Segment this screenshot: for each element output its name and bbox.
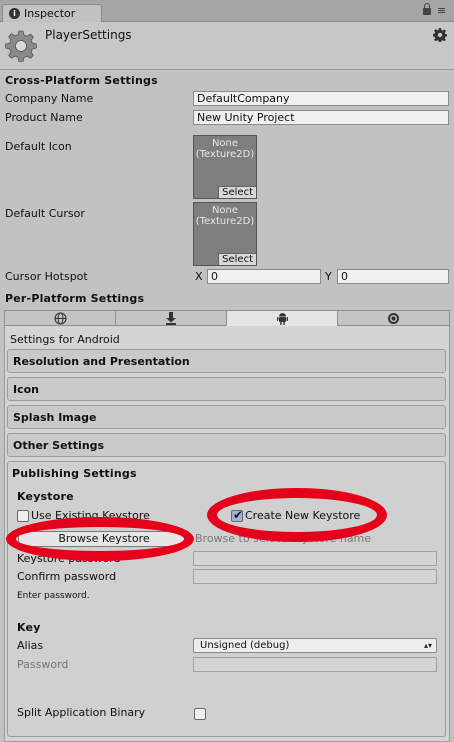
hotspot-y-field[interactable]: 0 — [337, 269, 449, 284]
key-heading: Key — [17, 621, 41, 634]
browse-keystore-highlight-oval — [6, 517, 194, 561]
cross-platform-heading: Cross-Platform Settings — [5, 74, 158, 87]
resolution-foldout[interactable]: Resolution and Presentation — [7, 349, 446, 373]
keystore-heading: Keystore — [17, 490, 74, 503]
settings-gear-icon — [5, 30, 37, 62]
hotspot-y-label: Y — [325, 270, 332, 283]
other-settings-foldout[interactable]: Other Settings — [7, 433, 446, 457]
publishing-settings-heading[interactable]: Publishing Settings — [12, 467, 137, 480]
platform-tab-standalone[interactable] — [4, 310, 116, 326]
icon-select-button[interactable]: Select — [218, 186, 256, 198]
icon-foldout-label: Icon — [13, 383, 40, 396]
component-settings-icon[interactable] — [433, 28, 447, 42]
android-icon — [277, 313, 288, 325]
split-binary-label: Split Application Binary — [17, 706, 146, 719]
product-name-field[interactable]: New Unity Project — [193, 110, 449, 125]
icon-none-text: None — [211, 138, 239, 149]
cursor-select-button[interactable]: Select — [218, 253, 256, 265]
menu-icon[interactable]: ≡ — [437, 5, 446, 16]
cursor-type-text: (Texture2D) — [195, 216, 255, 227]
dropdown-arrows-icon: ▴▾ — [423, 641, 432, 650]
page-title: PlayerSettings — [45, 28, 132, 42]
alias-dropdown-value: Unsigned (debug) — [200, 640, 290, 651]
default-cursor-label: Default Cursor — [5, 207, 85, 220]
circle-icon — [388, 313, 399, 324]
platform-tab-download[interactable] — [115, 310, 227, 326]
resolution-foldout-label: Resolution and Presentation — [13, 355, 190, 368]
enter-password-note: Enter password. — [17, 591, 90, 601]
cursor-none-text: None — [211, 205, 239, 216]
default-icon-texture-slot[interactable]: None (Texture2D) Select — [193, 135, 257, 199]
hotspot-x-field[interactable]: 0 — [207, 269, 321, 284]
alias-label: Alias — [17, 639, 44, 652]
download-icon — [166, 312, 176, 325]
alias-dropdown[interactable]: Unsigned (debug) ▴▾ — [193, 638, 437, 653]
split-binary-checkbox[interactable] — [194, 708, 206, 720]
other-settings-foldout-label: Other Settings — [13, 439, 105, 452]
confirm-password-label: Confirm password — [17, 570, 117, 583]
inspector-tab-bar: i Inspector ≡ — [0, 0, 454, 23]
inspector-tab[interactable]: i Inspector — [2, 4, 102, 23]
confirm-password-field[interactable] — [193, 569, 437, 584]
platform-tab-other[interactable] — [337, 310, 450, 326]
settings-for-label: Settings for Android — [10, 333, 120, 346]
create-keystore-highlight-oval — [207, 488, 387, 542]
keystore-password-field[interactable] — [193, 551, 437, 566]
use-existing-keystore-checkbox[interactable] — [17, 510, 29, 522]
default-cursor-texture-slot[interactable]: None (Texture2D) Select — [193, 202, 257, 266]
company-name-field[interactable]: DefaultCompany — [193, 91, 449, 106]
hotspot-x-label: X — [195, 270, 203, 283]
default-icon-label: Default Icon — [5, 140, 72, 153]
cursor-hotspot-label: Cursor Hotspot — [5, 270, 88, 283]
globe-icon — [54, 312, 67, 325]
company-name-label: Company Name — [5, 92, 94, 105]
splash-image-foldout[interactable]: Splash Image — [7, 405, 446, 429]
splash-image-foldout-label: Splash Image — [13, 411, 97, 424]
product-name-label: Product Name — [5, 111, 83, 124]
password-field[interactable] — [193, 657, 437, 672]
per-platform-heading: Per-Platform Settings — [5, 292, 145, 305]
platform-tab-android[interactable] — [226, 310, 338, 326]
inspector-tab-label: Inspector — [24, 7, 76, 20]
lock-icon[interactable] — [423, 3, 431, 15]
info-icon: i — [9, 8, 20, 19]
password-label: Password — [17, 658, 69, 671]
icon-type-text: (Texture2D) — [195, 149, 255, 160]
inspector-header: PlayerSettings — [0, 22, 454, 70]
icon-foldout[interactable]: Icon — [7, 377, 446, 401]
